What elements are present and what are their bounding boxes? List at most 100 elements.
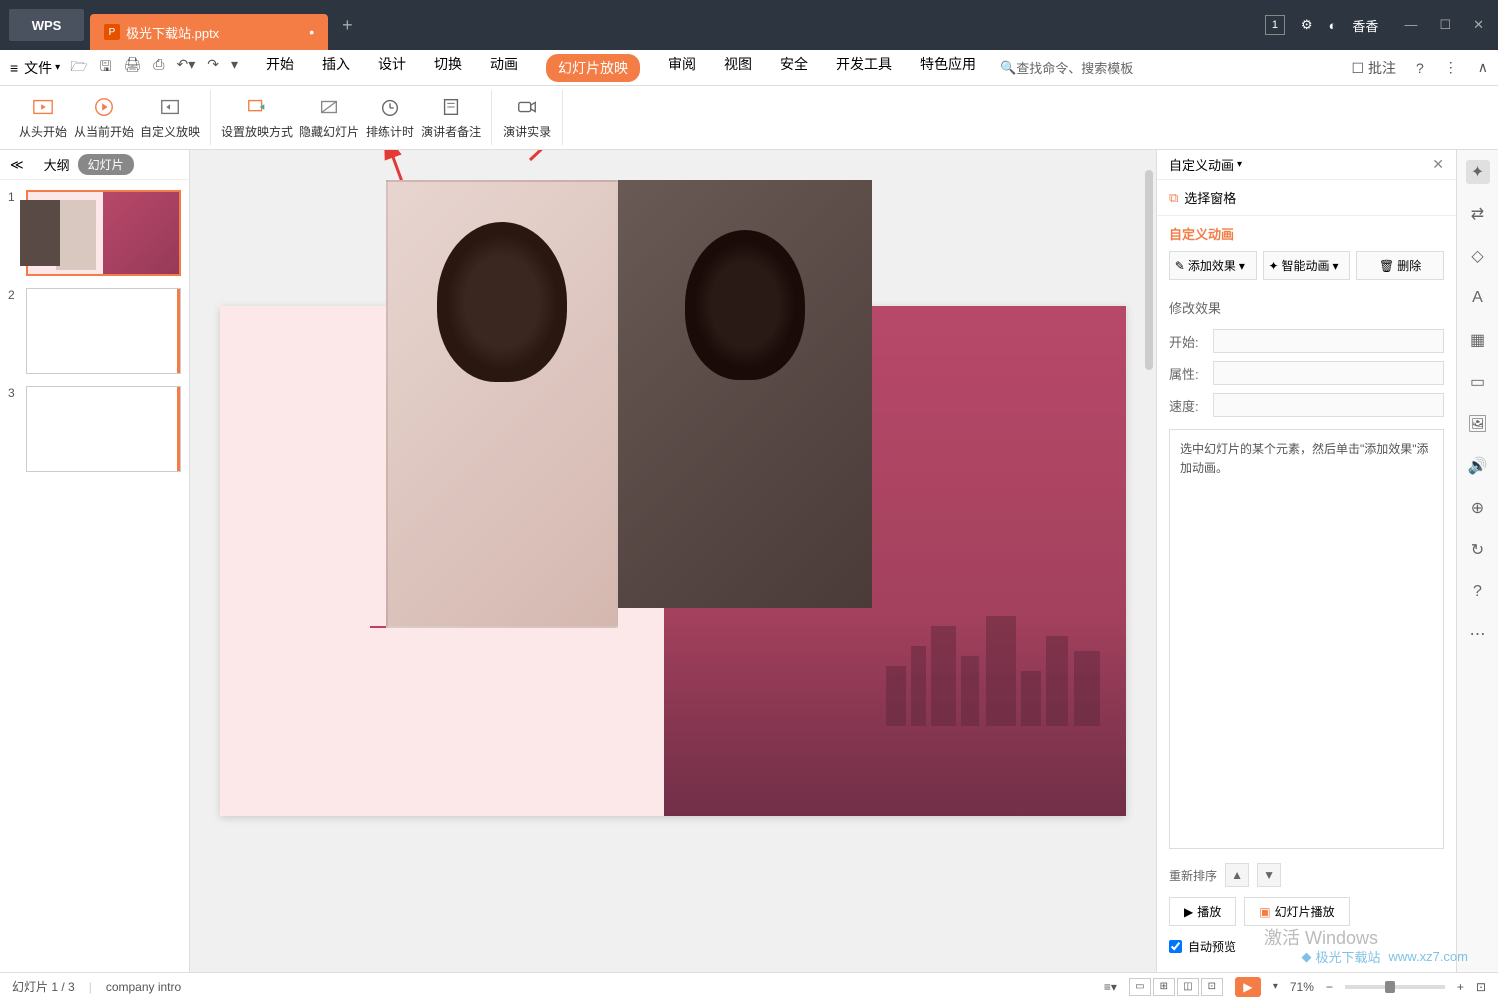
animation-panel: 自定义动画 ▾ ✕ ⧉ 选择窗格 自定义动画 ✎添加效果▾ ✦智能动画▾ 🗑删除… xyxy=(1156,150,1456,972)
open-icon[interactable]: 🗁 xyxy=(70,56,87,80)
slide-thumb-2[interactable] xyxy=(26,288,181,374)
document-tab[interactable]: P 极光下载站.pptx • xyxy=(90,14,328,50)
thumb-row: 2 xyxy=(8,288,181,374)
tab-features[interactable]: 特色应用 xyxy=(920,54,976,82)
strip-layout-icon[interactable]: ▦ xyxy=(1466,328,1490,352)
strip-transition-icon[interactable]: ⇄ xyxy=(1466,202,1490,226)
new-tab-button[interactable]: + xyxy=(342,15,353,36)
from-beginning-button[interactable]: 从头开始 xyxy=(18,90,68,145)
normal-view-icon[interactable]: ▭ xyxy=(1129,978,1151,996)
add-effect-button[interactable]: ✎添加效果▾ xyxy=(1169,251,1257,280)
sorter-view-icon[interactable]: ⊞ xyxy=(1153,978,1175,996)
redo-icon[interactable]: ↷ xyxy=(207,56,219,80)
clock-icon xyxy=(378,95,402,119)
strip-shape-icon[interactable]: ◇ xyxy=(1466,244,1490,268)
play-anim-button[interactable]: ▶播放 xyxy=(1169,897,1236,926)
tab-slideshow[interactable]: 幻灯片放映 xyxy=(546,54,640,82)
outline-tab[interactable]: 大纲 xyxy=(44,155,70,174)
file-menu[interactable]: 文件 ▾ xyxy=(24,58,60,78)
auto-preview-label: 自动预览 xyxy=(1188,938,1236,955)
tab-animation[interactable]: 动画 xyxy=(490,54,518,82)
minimize-button[interactable]: — xyxy=(1404,17,1417,33)
sparkle-icon: ✦ xyxy=(1268,259,1278,273)
strip-animation-icon[interactable]: ✦ xyxy=(1466,160,1490,184)
save-icon[interactable]: 🖫 xyxy=(100,56,112,80)
notes-toggle-icon[interactable]: ≡▾ xyxy=(1104,980,1117,994)
from-current-button[interactable]: 从当前开始 xyxy=(74,90,134,145)
wps-logo[interactable]: WPS xyxy=(9,9,84,41)
badge-box[interactable]: 1 xyxy=(1265,15,1285,35)
tab-insert[interactable]: 插入 xyxy=(322,54,350,82)
reading-view-icon[interactable]: ◫ xyxy=(1177,978,1199,996)
strip-image-icon[interactable]: 🖼 xyxy=(1466,412,1490,436)
hide-slide-button[interactable]: 隐藏幻灯片 xyxy=(299,90,359,145)
close-button[interactable]: ✕ xyxy=(1473,17,1484,33)
close-panel-icon[interactable]: ✕ xyxy=(1432,156,1444,173)
tab-devtools[interactable]: 开发工具 xyxy=(836,54,892,82)
zoom-slider[interactable] xyxy=(1345,985,1445,989)
tab-security[interactable]: 安全 xyxy=(780,54,808,82)
photo-placeholder-2[interactable] xyxy=(618,180,872,608)
maximize-button[interactable]: ☐ xyxy=(1439,17,1451,33)
strip-more-icon[interactable]: ⋯ xyxy=(1466,622,1490,646)
qat-dropdown-icon[interactable]: ▾ xyxy=(231,56,238,80)
command-search[interactable]: 🔍 查找命令、搜索模板 xyxy=(1000,58,1133,77)
strip-audio-icon[interactable]: 🔊 xyxy=(1466,454,1490,478)
tab-design[interactable]: 设计 xyxy=(378,54,406,82)
slide-canvas[interactable] xyxy=(220,306,1126,816)
notes-view-icon[interactable]: ⊡ xyxy=(1201,978,1223,996)
zoom-in-icon[interactable]: + xyxy=(1457,980,1464,994)
delete-button[interactable]: 🗑删除 xyxy=(1356,251,1444,280)
slideshow-button[interactable]: ▶ xyxy=(1235,977,1261,997)
reorder-down-button[interactable]: ▼ xyxy=(1257,863,1281,887)
thumb-row: 1 xyxy=(8,190,181,276)
custom-show-button[interactable]: 自定义放映 xyxy=(140,90,200,145)
record-button[interactable]: 演讲实录 xyxy=(502,90,552,145)
tab-transition[interactable]: 切换 xyxy=(434,54,462,82)
strip-template-icon[interactable]: ▭ xyxy=(1466,370,1490,394)
zoom-level[interactable]: 71% xyxy=(1290,980,1314,994)
rehearse-button[interactable]: 排练计时 xyxy=(365,90,415,145)
hamburger-icon[interactable]: ≡ xyxy=(10,60,18,76)
slideshow-play-button[interactable]: ▣幻灯片播放 xyxy=(1244,897,1349,926)
setup-show-button[interactable]: 设置放映方式 xyxy=(221,90,293,145)
strip-text-icon[interactable]: A xyxy=(1466,286,1490,310)
help-icon[interactable]: ? xyxy=(1416,60,1424,76)
print-preview-icon[interactable]: ⎙ xyxy=(153,56,164,80)
tab-view[interactable]: 视图 xyxy=(724,54,752,82)
speed-select[interactable] xyxy=(1213,393,1444,417)
collapse-ribbon-icon[interactable]: ⋮ xyxy=(1444,59,1458,76)
strip-security-icon[interactable]: ⊕ xyxy=(1466,496,1490,520)
reorder-up-button[interactable]: ▲ xyxy=(1225,863,1249,887)
expand-icon[interactable]: ∧ xyxy=(1478,59,1488,76)
annotation-arrow-1 xyxy=(520,150,640,175)
print-icon[interactable]: 🖨 xyxy=(124,56,142,80)
property-select[interactable] xyxy=(1213,361,1444,385)
gift-icon[interactable]: ⚙ xyxy=(1301,17,1313,33)
vertical-scrollbar[interactable] xyxy=(1142,150,1156,972)
slide-thumb-1[interactable] xyxy=(26,190,181,276)
photo-placeholder-1[interactable] xyxy=(386,180,618,628)
user-avatar-icon[interactable]: ◐ xyxy=(1329,18,1337,33)
tab-start[interactable]: 开始 xyxy=(266,54,294,82)
slides-tab[interactable]: 幻灯片 xyxy=(78,154,134,175)
auto-preview-checkbox[interactable] xyxy=(1169,940,1182,953)
comment-button[interactable]: ☐ 批注 xyxy=(1352,58,1396,78)
presenter-notes-button[interactable]: 演讲者备注 xyxy=(421,90,481,145)
dropdown-icon[interactable]: ▾ xyxy=(1237,159,1242,170)
slide-thumb-3[interactable] xyxy=(26,386,181,472)
fit-window-icon[interactable]: ⊡ xyxy=(1476,980,1486,994)
tab-review[interactable]: 审阅 xyxy=(668,54,696,82)
collapse-panel-icon[interactable]: ≪ xyxy=(10,157,24,173)
main-area: ≪ 大纲 幻灯片 1 2 3 xyxy=(0,150,1498,972)
undo-icon[interactable]: ↶▾ xyxy=(177,56,196,80)
start-select[interactable] xyxy=(1213,329,1444,353)
strip-help-icon[interactable]: ? xyxy=(1466,580,1490,604)
select-pane-button[interactable]: 选择窗格 xyxy=(1184,188,1236,207)
strip-history-icon[interactable]: ↻ xyxy=(1466,538,1490,562)
zoom-out-icon[interactable]: − xyxy=(1326,980,1333,994)
slide-position: 幻灯片 1 / 3 xyxy=(12,978,75,995)
play-dropdown-icon[interactable]: ▾ xyxy=(1273,981,1278,992)
smart-anim-button[interactable]: ✦智能动画▾ xyxy=(1263,251,1351,280)
trash-icon: 🗑 xyxy=(1379,259,1394,273)
